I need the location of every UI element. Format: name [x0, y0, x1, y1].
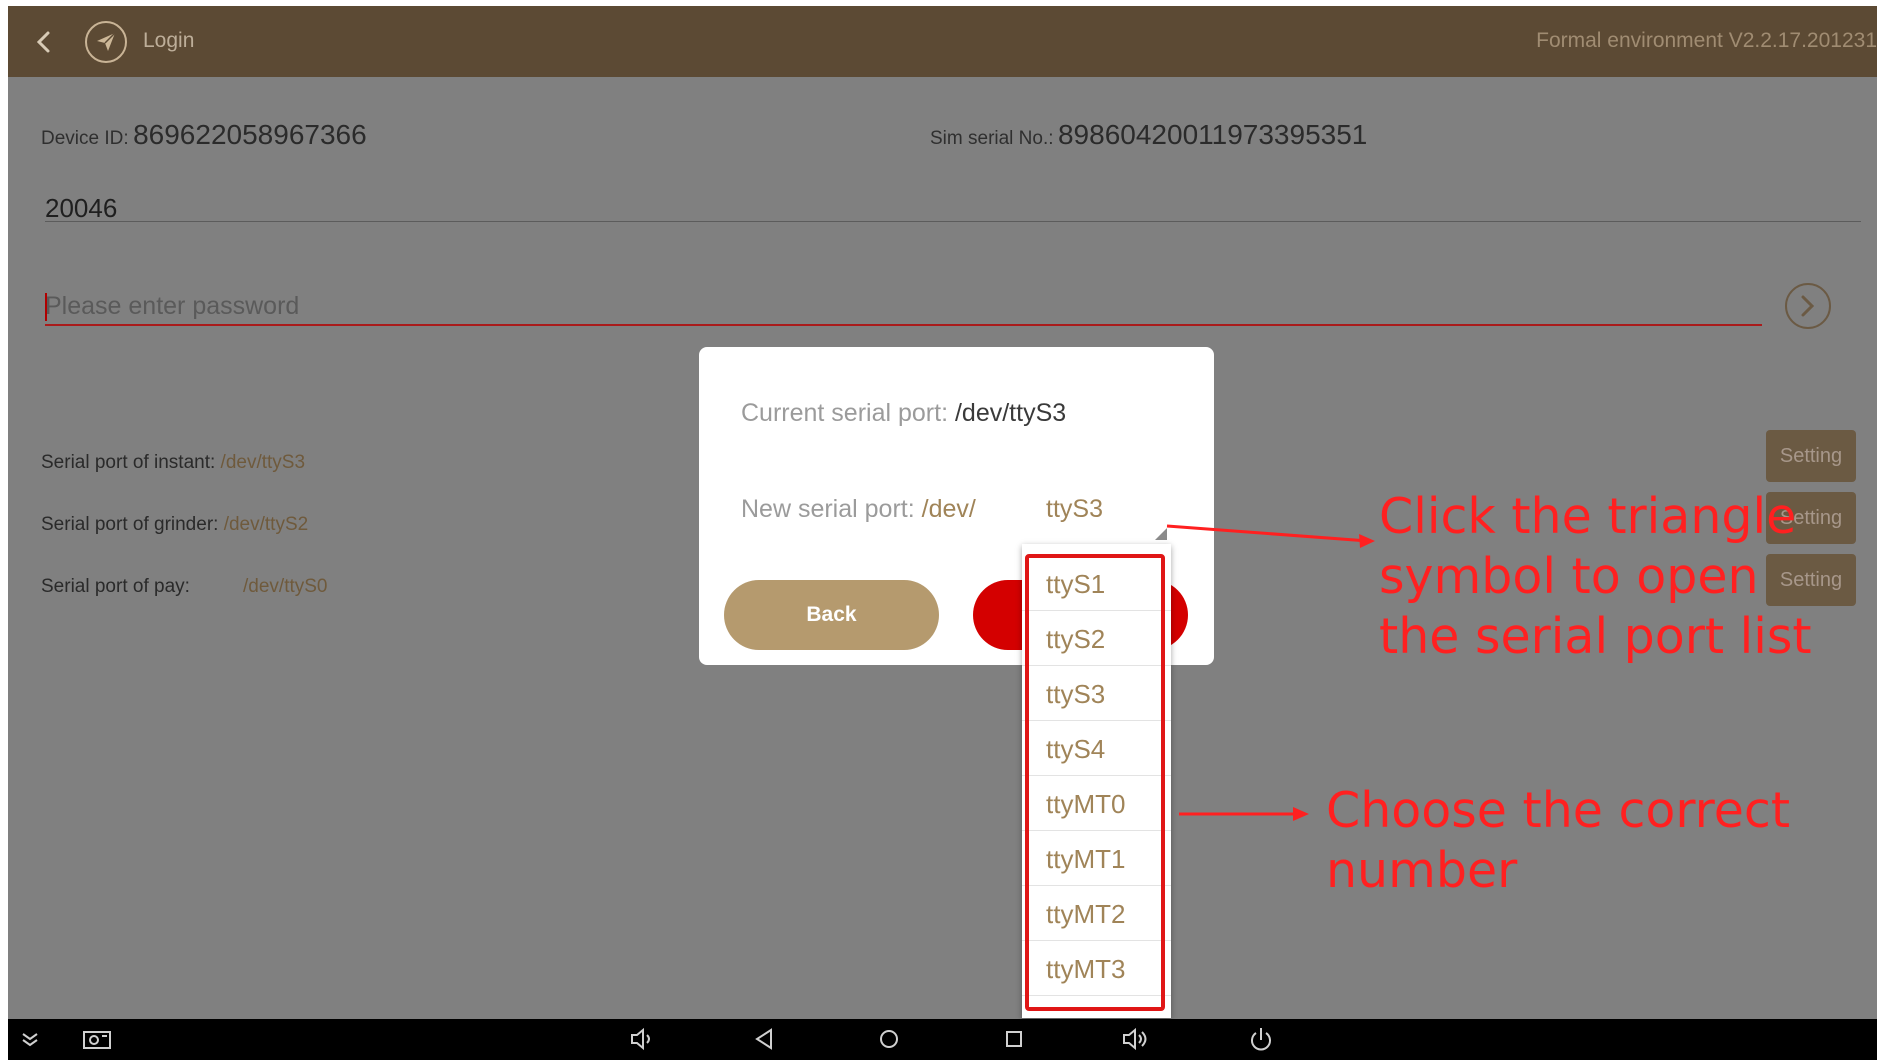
new-port-prefix: /dev/: [921, 495, 976, 523]
current-serial-port: Current serial port: /dev/ttyS3: [741, 399, 1066, 428]
arrow-right-circle-icon: [1801, 295, 1815, 317]
page-title: Login: [143, 29, 195, 52]
back-button[interactable]: Back: [724, 580, 939, 650]
port-value: /dev/ttyS3: [220, 452, 306, 473]
highlight-frame: [1025, 554, 1165, 1011]
device-id-value: 869622058967366: [133, 119, 367, 150]
sim-serial-label: Sim serial No.:: [930, 128, 1054, 149]
annotation-arrow-1: [1166, 524, 1375, 548]
password-input[interactable]: Please enter password: [45, 292, 299, 321]
annotation-triangle-hint: Click the triangle symbol to open the se…: [1379, 488, 1812, 665]
environment-version: Formal environment V2.2.17.201231: [1536, 29, 1877, 52]
account-field[interactable]: 20046: [45, 193, 117, 224]
port-value: /dev/ttyS0: [243, 576, 328, 597]
account-underline: [45, 221, 1861, 222]
setting-button-instant[interactable]: Setting: [1766, 430, 1856, 482]
port-row-instant: Serial port of instant: /dev/ttyS3: [41, 452, 305, 474]
new-serial-port: New serial port: /dev/: [741, 495, 976, 524]
back-icon[interactable]: [752, 1026, 778, 1052]
back-chevron-icon[interactable]: [30, 28, 58, 56]
port-row-pay: Serial port of pay:: [41, 576, 190, 598]
paper-plane-icon: [97, 32, 116, 51]
volume-down-icon[interactable]: [629, 1026, 655, 1052]
app-screen: Login Formal environment V2.2.17.201231 …: [8, 6, 1877, 1060]
screenshot-icon[interactable]: [82, 1026, 112, 1052]
port-select[interactable]: ttyS3: [1046, 495, 1103, 524]
text-cursor: [45, 293, 47, 321]
port-value: /dev/ttyS2: [223, 514, 309, 535]
current-port-label: Current serial port:: [741, 399, 949, 427]
annotation-arrow-2: [1179, 807, 1309, 821]
top-bar: Login Formal environment V2.2.17.201231: [8, 6, 1877, 77]
sim-serial-value: 89860420011973395351: [1057, 119, 1368, 150]
recents-icon[interactable]: [1001, 1026, 1027, 1052]
app-logo: [85, 21, 127, 63]
device-id-label: Device ID:: [41, 128, 129, 149]
volume-up-icon[interactable]: [1121, 1026, 1151, 1052]
new-port-label: New serial port:: [741, 495, 915, 523]
port-label: Serial port of grinder:: [41, 514, 219, 535]
port-row-grinder: Serial port of grinder: /dev/ttyS2: [41, 514, 308, 536]
power-icon[interactable]: [1248, 1026, 1274, 1054]
port-label: Serial port of pay:: [41, 576, 190, 597]
port-label: Serial port of instant:: [41, 452, 216, 473]
collapse-icon[interactable]: [20, 1026, 40, 1052]
system-nav-bar: [8, 1019, 1877, 1060]
annotation-choose-hint: Choose the correct number: [1326, 782, 1791, 899]
home-icon[interactable]: [876, 1026, 902, 1052]
password-underline: [45, 324, 1762, 326]
login-button[interactable]: [1785, 283, 1831, 329]
device-id: Device ID: 869622058967366: [41, 119, 367, 151]
current-port-value: /dev/ttyS3: [954, 399, 1067, 427]
sim-serial: Sim serial No.: 89860420011973395351: [930, 119, 1367, 151]
